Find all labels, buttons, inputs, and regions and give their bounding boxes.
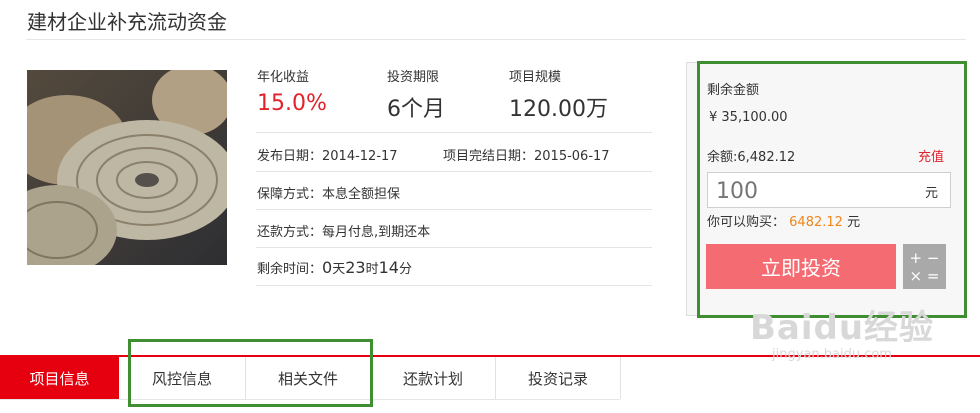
- end-date: 项目完结日期：2015-06-17: [443, 149, 610, 164]
- divider: [256, 132, 652, 133]
- can-buy-prefix: 你可以购买：: [707, 215, 786, 230]
- amount-input[interactable]: [714, 175, 918, 207]
- tab-project-info[interactable]: 项目信息: [0, 357, 119, 399]
- recharge-link[interactable]: 充值: [918, 146, 944, 165]
- guarantee-method: 保障方式：本息全额担保: [257, 187, 401, 202]
- tab-repayment-plan[interactable]: 还款计划: [371, 357, 496, 399]
- tab-investment-records[interactable]: 投资记录: [496, 357, 621, 399]
- divider: [256, 209, 652, 210]
- term-label: 投资期限: [387, 70, 440, 85]
- can-buy-amount: 6482.12: [789, 215, 843, 230]
- days-unit: 天: [332, 262, 346, 277]
- highlight-box: [128, 339, 373, 407]
- remaining-amount-value: ¥ 35,100.00: [709, 110, 788, 125]
- remaining-amount-label: 剩余金额: [707, 83, 760, 98]
- project-size-label: 项目规模: [509, 70, 562, 85]
- term-value: 6个月: [387, 97, 445, 122]
- divider: [256, 285, 652, 286]
- divider: [256, 247, 652, 248]
- page-title: 建材企业补充流动资金: [27, 10, 227, 34]
- watermark: Baidu经验 jingyan.baidu.com: [750, 300, 934, 362]
- balance-text: 余额:6,482.12: [707, 150, 796, 165]
- divider: [256, 171, 652, 172]
- project-image: [27, 70, 227, 265]
- remaining-time-label: 剩余时间：: [257, 262, 323, 277]
- can-buy-text: 你可以购买： 6482.12 元: [707, 211, 860, 230]
- publish-date: 发布日期：2014-12-17: [257, 149, 398, 164]
- remaining-days: 0: [322, 258, 333, 277]
- remaining-hours: 23: [345, 258, 366, 277]
- calculator-icon-bottom: × =: [909, 267, 940, 285]
- repayment-method: 还款方式：每月付息,到期还本: [257, 225, 431, 240]
- calculator-icon-top: + −: [909, 249, 940, 267]
- title-divider: [26, 39, 966, 40]
- annual-yield-label: 年化收益: [257, 70, 310, 85]
- amount-field[interactable]: 元: [707, 172, 951, 208]
- can-buy-unit: 元: [847, 215, 861, 230]
- watermark-url: jingyan.baidu.com: [772, 347, 892, 362]
- calculator-button[interactable]: + − × =: [903, 244, 946, 289]
- remaining-time: 剩余时间：0天23时14分: [257, 258, 412, 277]
- minutes-unit: 分: [398, 262, 412, 277]
- amount-unit: 元: [924, 186, 938, 201]
- remaining-minutes: 14: [378, 258, 399, 277]
- hours-unit: 时: [365, 262, 379, 277]
- project-size-value: 120.00万: [509, 97, 608, 122]
- invest-now-button[interactable]: 立即投资: [706, 244, 896, 289]
- watermark-brand: Baidu经验: [750, 308, 935, 348]
- annual-yield-value: 15.0%: [257, 91, 327, 116]
